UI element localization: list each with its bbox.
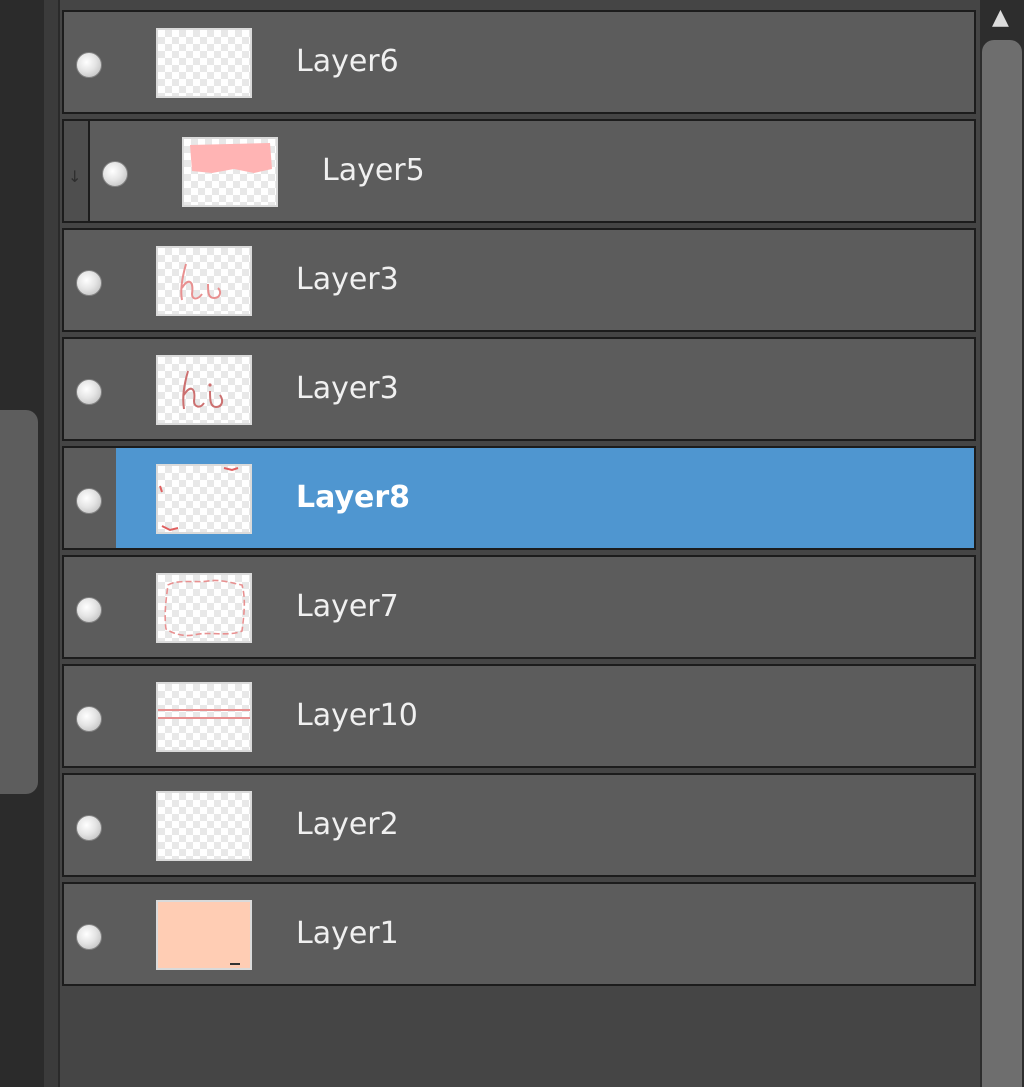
panel-splitter[interactable]: [44, 0, 60, 1087]
layer-row-layer3[interactable]: Layer3: [62, 228, 976, 332]
layer-name: Layer7: [296, 589, 399, 624]
visibility-toggle-icon[interactable]: [76, 52, 102, 78]
layer-row-layer2[interactable]: Layer2: [62, 773, 976, 877]
triangle-up-icon[interactable]: ▲: [992, 6, 1009, 30]
layer-row-layer3-b[interactable]: Layer3: [62, 337, 976, 441]
horizontal-lines-thumbnail: [158, 709, 250, 719]
hi-lettering-thumbnail: [180, 263, 222, 301]
layer-row-layer8[interactable]: Layer8: [62, 446, 976, 550]
visibility-toggle-icon[interactable]: [76, 488, 102, 514]
layers-panel: Layer6 ↓ Layer5 Layer3 Layer3 Layer8 Lay…: [0, 0, 1024, 1087]
layer-row-layer5[interactable]: Layer5: [88, 119, 976, 223]
clip-arrow-icon: ↓: [68, 167, 82, 186]
layer-name: Layer8: [296, 480, 411, 515]
layer-name: Layer5: [322, 153, 425, 188]
left-scrollbar-thumb[interactable]: [0, 410, 38, 794]
layer-row-layer7[interactable]: Layer7: [62, 555, 976, 659]
layer-name: Layer3: [296, 262, 399, 297]
layer-thumbnail: [156, 28, 252, 98]
scrollbar-thumb[interactable]: [982, 40, 1022, 1087]
visibility-toggle-icon[interactable]: [76, 379, 102, 405]
visibility-toggle-icon[interactable]: [76, 706, 102, 732]
layer-thumbnail: [156, 791, 252, 861]
vertical-scrollbar[interactable]: ▲: [980, 0, 1024, 1087]
layer-name: Layer6: [296, 44, 399, 79]
clipping-indicator: ↓: [62, 119, 88, 223]
layer-thumbnail: [156, 246, 252, 316]
layer-name: Layer10: [296, 698, 418, 733]
layer-row-layer10[interactable]: Layer10: [62, 664, 976, 768]
layer-thumbnail: [156, 355, 252, 425]
layer-row-layer1[interactable]: Layer1: [62, 882, 976, 986]
layer-list: Layer6 ↓ Layer5 Layer3 Layer3 Layer8 Lay…: [60, 0, 980, 1087]
layer-thumbnail: [156, 464, 252, 534]
layer-thumbnail: [156, 900, 252, 970]
peach-fill-thumbnail: [230, 963, 240, 965]
layer-thumbnail: [182, 137, 278, 207]
visibility-toggle-icon[interactable]: [76, 597, 102, 623]
visibility-toggle-icon[interactable]: [102, 161, 128, 187]
layer-name: Layer2: [296, 807, 399, 842]
pink-stroke-thumbnail: [190, 143, 272, 173]
visibility-toggle-icon[interactable]: [76, 270, 102, 296]
layer-thumbnail: [156, 682, 252, 752]
layer-thumbnail: [156, 573, 252, 643]
frame-outline-thumbnail: [164, 579, 246, 637]
visibility-toggle-icon[interactable]: [76, 924, 102, 950]
layer-name: Layer3: [296, 371, 399, 406]
corner-marks-thumbnail: [159, 467, 239, 532]
layer-row-layer6[interactable]: Layer6: [62, 10, 976, 114]
left-dock-strip: [0, 0, 44, 1087]
visibility-toggle-icon[interactable]: [76, 815, 102, 841]
hi-lettering-thumbnail: [182, 370, 224, 410]
layer-name: Layer1: [296, 916, 399, 951]
